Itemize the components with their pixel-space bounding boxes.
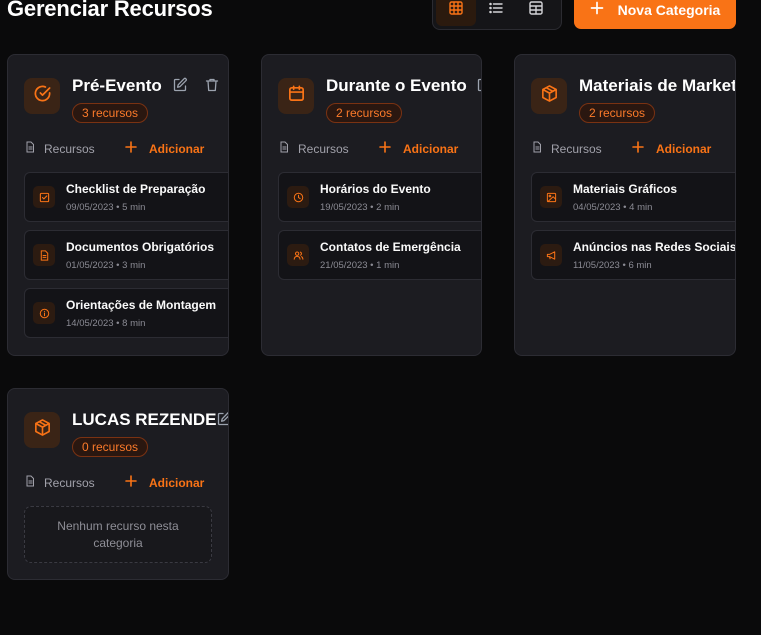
plus-icon <box>379 141 391 156</box>
file-icon <box>24 141 36 156</box>
file-icon <box>24 475 36 490</box>
resource-meta: 04/05/2023 • 4 min <box>573 202 653 213</box>
calendar-icon <box>287 84 306 108</box>
info-icon <box>33 302 55 324</box>
category-icon-wrap <box>531 78 567 114</box>
plus-icon <box>125 141 137 156</box>
category-card: Durante o Evento 2 recursos Recursos Adi… <box>261 54 482 356</box>
resources-label: Recursos <box>531 141 602 156</box>
resources-section-header: Recursos Adicionar <box>24 141 216 159</box>
empty-state: Nenhum recurso nesta categoria <box>24 506 212 563</box>
file-icon <box>278 141 290 156</box>
plus-icon <box>125 475 137 490</box>
category-card: Materiais de Marketing 2 recursos Recurs… <box>514 54 736 356</box>
category-title: Materiais de Marketing <box>579 76 736 95</box>
edit-icon <box>172 77 188 97</box>
resources-section-header: Recursos Adicionar <box>278 141 469 159</box>
resource-name: Anúncios nas Redes Sociais <box>573 240 736 254</box>
resource-meta: 14/05/2023 • 8 min <box>66 318 146 329</box>
resource-item[interactable]: Documentos Obrigatórios 01/05/2023 • 3 m… <box>24 230 228 280</box>
edit-category-button[interactable] <box>216 411 228 427</box>
resource-count-badge: 0 recursos <box>72 437 149 457</box>
megaphone-icon <box>540 244 562 266</box>
document-icon <box>33 244 55 266</box>
edit-icon <box>216 412 228 431</box>
resource-meta: 11/05/2023 • 6 min <box>573 260 652 271</box>
grid-icon <box>448 0 464 21</box>
category-icon-wrap <box>24 412 60 448</box>
resource-name: Orientações de Montagem <box>66 298 217 312</box>
resource-item[interactable]: Anúncios nas Redes Sociais 11/05/2023 • … <box>531 230 736 280</box>
resource-meta: 01/05/2023 • 3 min <box>66 260 146 271</box>
file-icon <box>531 141 543 156</box>
new-category-button[interactable]: Nova Categoria <box>574 0 736 29</box>
category-card: Pré-Evento 3 recursos Recursos Adicionar <box>7 54 229 356</box>
box-icon <box>33 418 52 442</box>
resources-label: Recursos <box>24 475 95 490</box>
resource-count-badge: 2 recursos <box>326 103 403 123</box>
resources-section-header: Recursos Adicionar <box>531 141 723 159</box>
trash-icon <box>204 78 220 97</box>
resources-section-header: Recursos Adicionar <box>24 475 216 493</box>
resource-item[interactable]: Orientações de Montagem 14/05/2023 • 8 m… <box>24 288 228 338</box>
edit-category-button[interactable] <box>172 77 188 93</box>
clock-icon <box>287 186 309 208</box>
resource-name: Horários do Evento <box>320 182 431 196</box>
list-icon <box>488 0 504 21</box>
delete-category-button[interactable] <box>204 77 220 93</box>
check-circle-icon <box>33 84 52 108</box>
view-mode-toggle <box>432 0 562 30</box>
add-resource-button[interactable]: Adicionar <box>125 475 204 490</box>
resource-meta: 21/05/2023 • 1 min <box>320 260 400 271</box>
add-resource-button[interactable]: Adicionar <box>632 141 711 156</box>
resource-meta: 09/05/2023 • 5 min <box>66 202 146 213</box>
category-card: LUCAS REZENDE 0 recursos Recursos Adicio… <box>7 388 229 580</box>
resources-page: Gerenciar Recursos Nova Categoria Pré-Ev… <box>0 0 761 635</box>
add-resource-button[interactable]: Adicionar <box>125 141 204 156</box>
resources-label: Recursos <box>278 141 349 156</box>
category-title: Durante o Evento <box>326 76 467 95</box>
table-icon <box>528 0 544 21</box>
category-title: Pré-Evento <box>72 76 162 95</box>
image-icon <box>540 186 562 208</box>
view-list-button[interactable] <box>476 0 516 26</box>
edit-icon <box>476 78 481 97</box>
category-title: LUCAS REZENDE <box>72 410 217 429</box>
resource-count-badge: 2 recursos <box>579 103 656 123</box>
add-resource-button[interactable]: Adicionar <box>379 141 458 156</box>
resource-name: Contatos de Emergência <box>320 240 461 254</box>
resource-item[interactable]: Checklist de Preparação 09/05/2023 • 5 m… <box>24 172 228 222</box>
page-title: Gerenciar Recursos <box>7 0 213 21</box>
resource-meta: 19/05/2023 • 2 min <box>320 202 400 213</box>
resource-item[interactable]: Horários do Evento 19/05/2023 • 2 min <box>278 172 481 222</box>
resource-name: Materiais Gráficos <box>573 182 678 196</box>
resource-name: Checklist de Preparação <box>66 182 206 196</box>
users-icon <box>287 244 309 266</box>
plus-icon <box>632 141 644 156</box>
new-category-label: Nova Categoria <box>617 1 721 18</box>
checkbox-icon <box>33 186 55 208</box>
box-icon <box>540 84 559 108</box>
resource-count-badge: 3 recursos <box>72 103 149 123</box>
plus-icon <box>590 1 604 18</box>
view-grid-button[interactable] <box>436 0 476 26</box>
resource-item[interactable]: Materiais Gráficos 04/05/2023 • 4 min <box>531 172 735 222</box>
view-table-button[interactable] <box>516 0 556 26</box>
edit-category-button[interactable] <box>476 77 481 93</box>
resource-item[interactable]: Contatos de Emergência 21/05/2023 • 1 mi… <box>278 230 481 280</box>
category-icon-wrap <box>278 78 314 114</box>
category-icon-wrap <box>24 78 60 114</box>
resources-label: Recursos <box>24 141 95 156</box>
resource-name: Documentos Obrigatórios <box>66 240 215 254</box>
